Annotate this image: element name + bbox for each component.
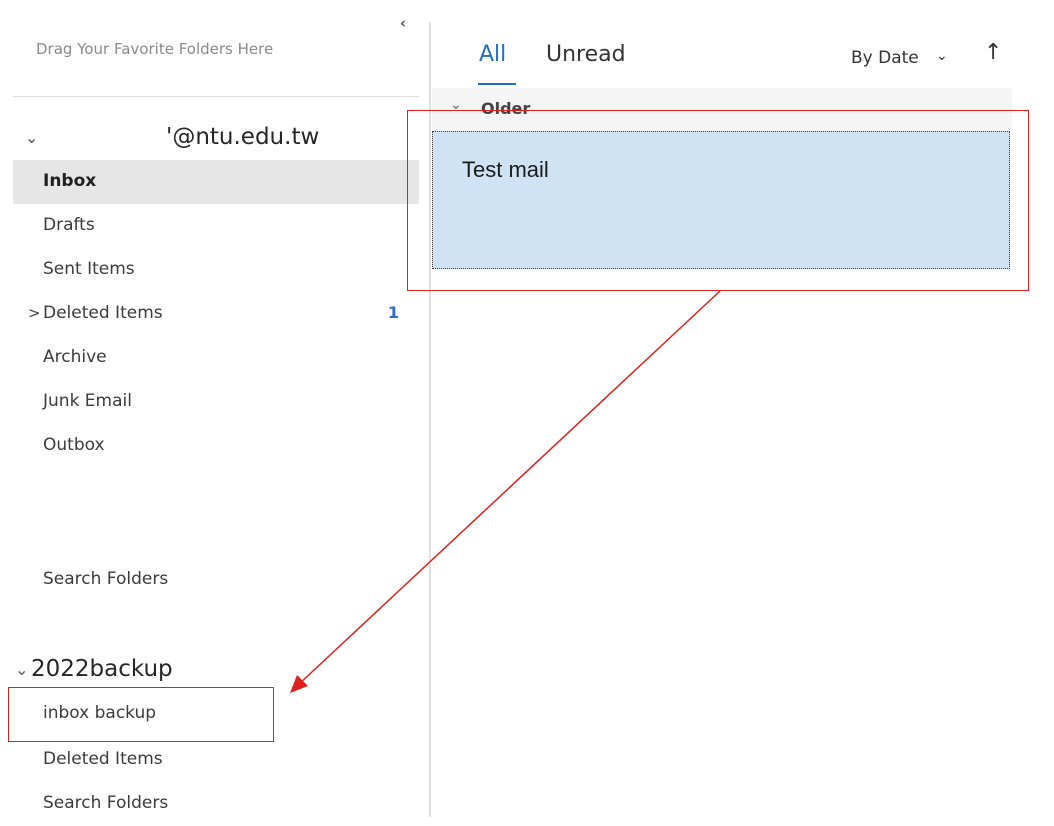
- sort-by-dropdown[interactable]: By Date: [851, 48, 919, 68]
- chevron-down-icon[interactable]: ⌄: [25, 128, 38, 147]
- favorites-drop-hint: Drag Your Favorite Folders Here: [36, 40, 274, 58]
- folder-label: Search Folders: [43, 793, 169, 813]
- chevron-down-icon[interactable]: ⌄: [15, 660, 28, 679]
- folder-label: Sent Items: [43, 259, 135, 279]
- favorites-separator: [13, 96, 419, 97]
- tab-unread[interactable]: Unread: [546, 42, 626, 67]
- folder-label: Deleted Items: [43, 749, 163, 769]
- backup-store-name: 2022backup: [31, 656, 173, 682]
- backup-store-header[interactable]: ⌄ 2022backup: [13, 650, 419, 690]
- chevron-right-icon[interactable]: >: [28, 304, 41, 322]
- unread-count-badge: 1: [387, 303, 399, 322]
- active-tab-indicator: [478, 83, 516, 85]
- folder-label: Search Folders: [43, 569, 169, 589]
- chevron-down-icon[interactable]: ⌄: [936, 48, 948, 64]
- folder-label: Drafts: [43, 215, 95, 235]
- folder-backup-search-folders[interactable]: Search Folders: [13, 782, 419, 826]
- sort-direction-button[interactable]: ↑: [984, 40, 1002, 65]
- tab-all[interactable]: All: [479, 42, 506, 67]
- folder-label: Outbox: [43, 435, 105, 455]
- folder-label: Inbox: [43, 171, 97, 191]
- folder-inbox[interactable]: Inbox: [13, 160, 419, 204]
- folder-label: Junk Email: [43, 391, 132, 411]
- folder-backup-deleted-items[interactable]: Deleted Items: [13, 738, 419, 782]
- account-name: '@ntu.edu.tw: [166, 124, 320, 150]
- folder-label: Archive: [43, 347, 107, 367]
- folder-archive[interactable]: Archive: [13, 336, 419, 380]
- account-header[interactable]: ⌄ '@ntu.edu.tw: [13, 118, 419, 158]
- folder-drafts[interactable]: Drafts: [13, 204, 419, 248]
- folder-junk-email[interactable]: Junk Email: [13, 380, 419, 424]
- folder-search-folders[interactable]: Search Folders: [13, 558, 419, 602]
- collapse-pane-button[interactable]: ‹: [393, 12, 413, 34]
- annotation-highlight-message: [407, 110, 1029, 291]
- folder-outbox[interactable]: Outbox: [13, 424, 419, 468]
- folder-deleted-items[interactable]: > Deleted Items 1: [13, 292, 419, 336]
- annotation-highlight-folder: [8, 687, 274, 742]
- folder-label: Deleted Items: [43, 303, 163, 323]
- folder-sent-items[interactable]: Sent Items: [13, 248, 419, 292]
